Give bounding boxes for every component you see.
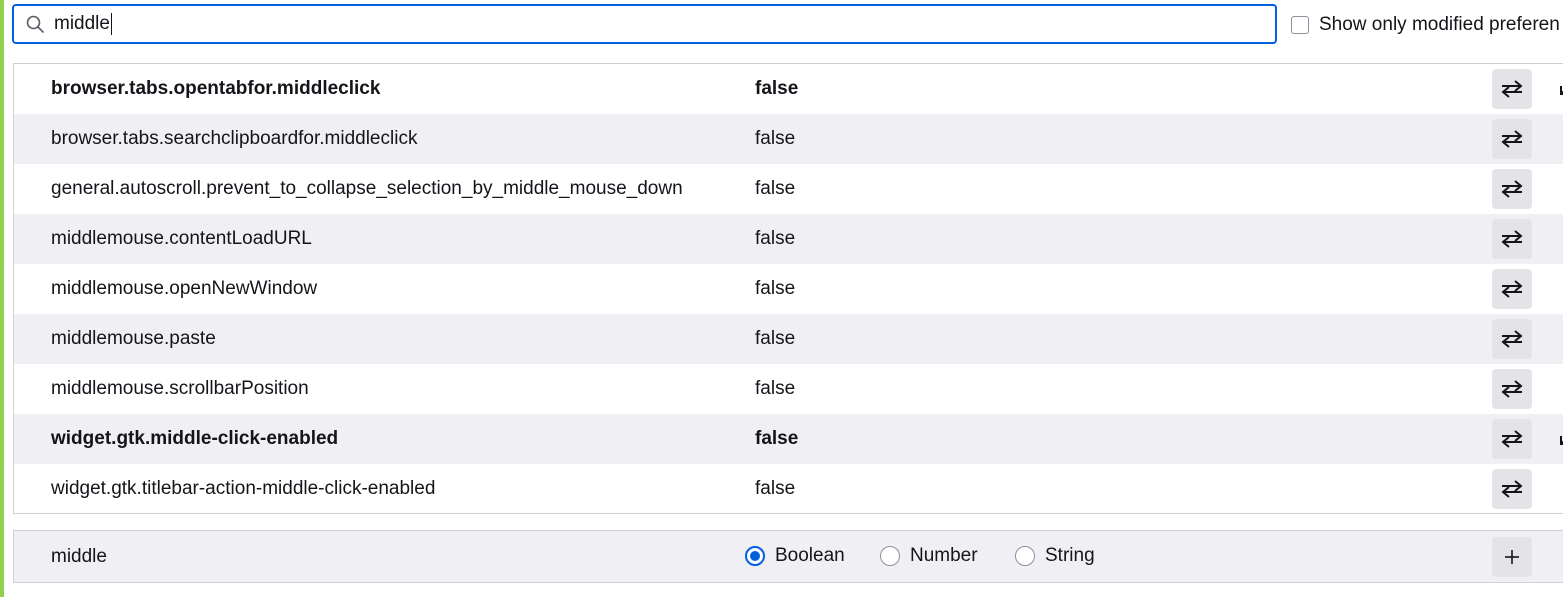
table-row: widget.gtk.middle-click-enabled false — [14, 414, 1563, 464]
preference-name: widget.gtk.titlebar-action-middle-click-… — [51, 478, 436, 499]
toggle-icon — [1501, 230, 1523, 248]
preference-name: middlemouse.paste — [51, 328, 216, 349]
toggle-icon — [1501, 130, 1523, 148]
preference-value[interactable]: false — [755, 264, 795, 314]
preference-value[interactable]: false — [755, 414, 798, 464]
preference-value[interactable]: false — [755, 464, 795, 513]
window-edge-accent — [0, 0, 4, 597]
preference-name: middlemouse.openNewWindow — [51, 278, 318, 299]
preference-value[interactable]: false — [755, 114, 795, 164]
toggle-button[interactable] — [1492, 369, 1532, 409]
type-option-number[interactable]: Number — [880, 545, 978, 569]
preference-value[interactable]: false — [755, 364, 795, 414]
toggle-icon — [1501, 280, 1523, 298]
type-option-boolean[interactable]: Boolean — [745, 545, 845, 569]
preference-value[interactable]: false — [755, 64, 798, 114]
toggle-icon — [1501, 480, 1523, 498]
add-preference-button[interactable] — [1492, 537, 1532, 577]
toggle-icon — [1501, 80, 1523, 98]
table-row: middlemouse.openNewWindow false — [14, 264, 1563, 314]
table-row: middlemouse.contentLoadURL false — [14, 214, 1563, 264]
toggle-button[interactable] — [1492, 219, 1532, 259]
toggle-button[interactable] — [1492, 119, 1532, 159]
table-row: general.autoscroll.prevent_to_collapse_s… — [14, 164, 1563, 214]
toggle-button[interactable] — [1492, 269, 1532, 309]
reset-icon — [1560, 436, 1563, 445]
toggle-button[interactable] — [1492, 469, 1532, 509]
reset-button[interactable] — [1546, 419, 1563, 459]
preferences-table: browser.tabs.opentabfor.middleclick false… — [13, 63, 1563, 514]
reset-icon — [1560, 86, 1563, 95]
show-modified-label: Show only modified preferen — [1319, 14, 1560, 35]
toggle-button[interactable] — [1492, 419, 1532, 459]
table-row: browser.tabs.searchclipboardfor.middlecl… — [14, 114, 1563, 164]
preference-name: browser.tabs.opentabfor.middleclick — [51, 78, 381, 99]
show-modified-checkbox[interactable] — [1291, 16, 1309, 34]
toggle-icon — [1501, 380, 1523, 398]
preference-value[interactable]: false — [755, 164, 795, 214]
preference-value[interactable]: false — [755, 214, 795, 264]
boolean-radio[interactable] — [745, 546, 765, 566]
preference-name: general.autoscroll.prevent_to_collapse_s… — [51, 178, 683, 199]
plus-icon — [1505, 550, 1519, 564]
text-caret — [110, 12, 112, 35]
type-option-string[interactable]: String — [1015, 545, 1095, 569]
string-label: String — [1045, 545, 1095, 566]
toggle-button[interactable] — [1492, 169, 1532, 209]
table-row: middlemouse.scrollbarPosition false — [14, 364, 1563, 414]
preference-name: browser.tabs.searchclipboardfor.middlecl… — [51, 128, 418, 149]
toggle-button[interactable] — [1492, 69, 1532, 109]
new-preference-name: middle — [51, 546, 107, 567]
preference-name: widget.gtk.middle-click-enabled — [51, 428, 339, 449]
search-field-value[interactable]: middle — [54, 6, 112, 42]
search-input[interactable]: middle — [12, 4, 1277, 44]
table-row: browser.tabs.opentabfor.middleclick false — [14, 64, 1563, 114]
search-icon — [26, 15, 44, 33]
reset-button[interactable] — [1546, 69, 1563, 109]
show-modified-toggle[interactable]: Show only modified preferen — [1291, 14, 1560, 36]
preference-name: middlemouse.scrollbarPosition — [51, 378, 309, 399]
preference-value[interactable]: false — [755, 314, 795, 364]
table-row: widget.gtk.titlebar-action-middle-click-… — [14, 464, 1563, 513]
toggle-icon — [1501, 430, 1523, 448]
add-preference-row: middle Boolean Number String — [13, 530, 1563, 583]
toggle-icon — [1501, 180, 1523, 198]
number-label: Number — [910, 545, 978, 566]
string-radio[interactable] — [1015, 546, 1035, 566]
toggle-icon — [1501, 330, 1523, 348]
toggle-button[interactable] — [1492, 319, 1532, 359]
preference-name: middlemouse.contentLoadURL — [51, 228, 312, 249]
boolean-label: Boolean — [775, 545, 845, 566]
table-row: middlemouse.paste false — [14, 314, 1563, 364]
number-radio[interactable] — [880, 546, 900, 566]
